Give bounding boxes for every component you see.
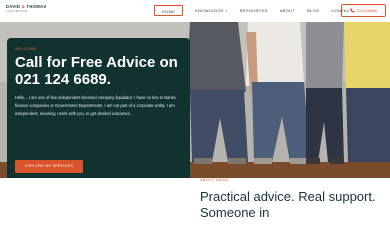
phone-button[interactable]: 0211246689 — [341, 4, 386, 17]
phone-number: 0211246689 — [357, 8, 377, 13]
logo-name: DAVID & THOMAS — [6, 4, 47, 9]
about-eyebrow: ABOUT DAVID — [200, 178, 229, 182]
hero-card: WELCOME Call for Free Advice on 021 124 … — [7, 38, 190, 178]
about-section: ABOUT DAVID Practical advice. Real suppo… — [200, 178, 390, 240]
nav-resources[interactable]: RESOURCES — [234, 5, 274, 16]
hero-headline: Call for Free Advice on 021 124 6689. — [15, 54, 178, 88]
hero-eyebrow: WELCOME — [15, 47, 37, 51]
hero-section: WELCOME Call for Free Advice on 021 124 … — [0, 22, 390, 178]
logo[interactable]: DAVID & THOMAS LIQUIDATOR — [6, 4, 48, 18]
nav-knowledge-label: KNOWLEDGE — [195, 8, 224, 13]
logo-tagline: LIQUIDATOR — [6, 10, 28, 13]
phone-icon — [350, 8, 355, 13]
chevron-down-icon: ▾ — [225, 9, 228, 13]
nav-about[interactable]: ABOUT — [274, 5, 301, 16]
nav-home[interactable]: HOME — [154, 5, 184, 16]
nav-knowledge[interactable]: KNOWLEDGE ▾ — [189, 5, 234, 16]
hero-paragraph: Hello... I am one of few independent lic… — [15, 95, 176, 117]
site-header: DAVID & THOMAS LIQUIDATOR HOME KNOWLEDGE… — [0, 0, 390, 22]
explore-services-button[interactable]: EXPLORE MY SERVICES — [15, 160, 83, 173]
about-title: Practical advice. Real support. Someone … — [200, 189, 376, 220]
main-nav: HOME KNOWLEDGE ▾ RESOURCES ABOUT BLOG CON… — [154, 5, 359, 16]
nav-blog[interactable]: BLOG — [301, 5, 325, 16]
